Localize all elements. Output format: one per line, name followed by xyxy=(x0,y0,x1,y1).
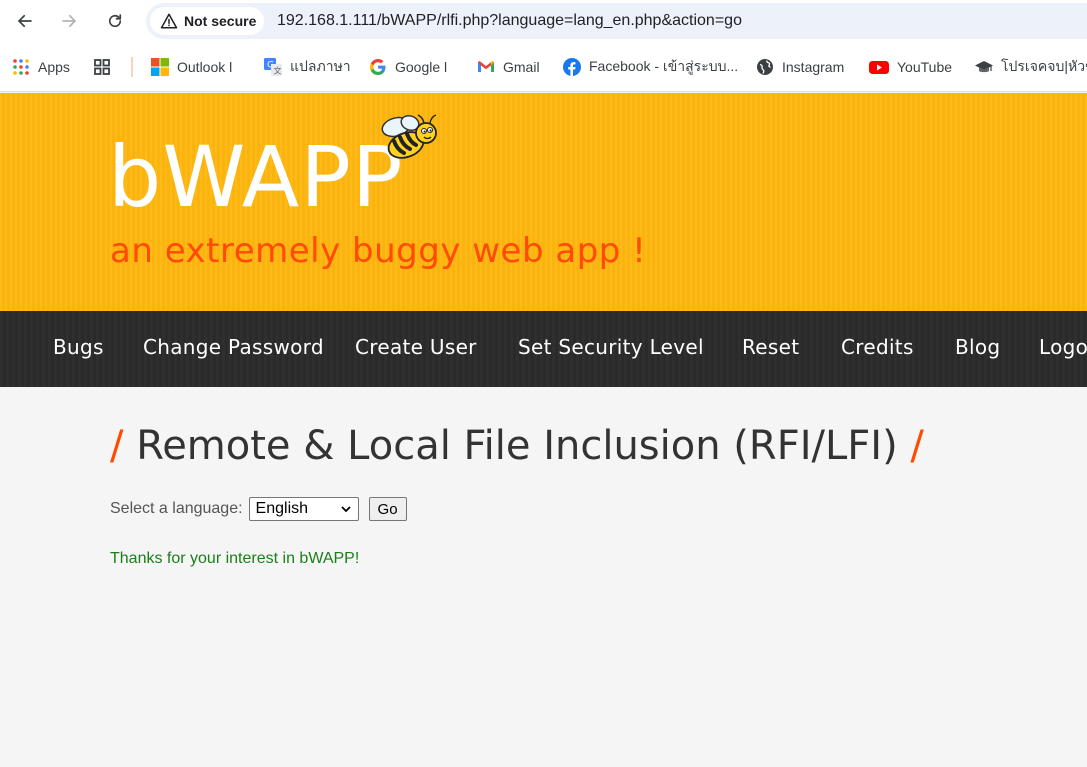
bookmark-gmail[interactable]: Gmail xyxy=(477,56,540,78)
language-form: Select a language: English Go xyxy=(110,497,407,521)
reload-button[interactable] xyxy=(100,6,130,36)
bee-icon xyxy=(381,114,437,159)
menu-item-bugs[interactable]: Bugs xyxy=(53,335,104,359)
browser-toolbar: Not secure 192.168.1.111/bWAPP/rlfi.php?… xyxy=(0,0,1087,42)
grid-icon xyxy=(94,59,110,75)
bookmark-instagram[interactable]: Instagram xyxy=(756,56,844,78)
google-icon xyxy=(369,58,386,76)
page-title: / Remote & Local File Inclusion (RFI/LFI… xyxy=(110,423,924,469)
bookmark-translate[interactable]: G文 แปลภาษา xyxy=(264,56,351,78)
main-menu: Bugs Change Password Create User Set Sec… xyxy=(0,311,1087,387)
bookmark-outlook[interactable]: Outlook l xyxy=(151,56,232,78)
apps-grid-icon xyxy=(13,59,29,75)
bookmark-label: โปรเจคจบ|หัวข้ xyxy=(1001,58,1087,74)
language-label: Select a language: xyxy=(110,500,243,517)
bookmark-facebook[interactable]: Facebook - เข้าสู่ระบบ... xyxy=(563,56,738,78)
security-label: Not secure xyxy=(184,13,257,29)
graduation-cap-icon xyxy=(975,61,993,73)
bookmark-label: Apps xyxy=(38,59,70,75)
security-chip[interactable]: Not secure xyxy=(150,7,264,35)
bookmark-separator xyxy=(131,57,133,77)
address-bar[interactable]: Not secure 192.168.1.111/bWAPP/rlfi.php?… xyxy=(146,3,1087,39)
title-slash-right: / xyxy=(910,423,924,469)
site-logo[interactable]: bWAPP xyxy=(108,135,404,219)
facebook-icon xyxy=(563,58,581,76)
status-message: Thanks for your interest in bWAPP! xyxy=(110,550,360,567)
microsoft-icon xyxy=(151,58,169,76)
language-select[interactable]: English xyxy=(248,497,359,521)
arrow-right-icon xyxy=(62,14,77,28)
menu-item-create-user[interactable]: Create User xyxy=(355,335,477,359)
menu-item-change-password[interactable]: Change Password xyxy=(143,335,324,359)
forward-button[interactable] xyxy=(54,6,84,36)
gmail-icon xyxy=(478,61,494,72)
language-select-value: English xyxy=(255,500,309,517)
reload-icon xyxy=(108,14,122,28)
bookmark-label: YouTube xyxy=(897,59,953,75)
bookmark-project[interactable]: โปรเจคจบ|หัวข้ xyxy=(975,56,1087,78)
menu-item-reset[interactable]: Reset xyxy=(742,335,799,359)
go-button[interactable]: Go xyxy=(368,497,407,521)
menu-item-set-security-level[interactable]: Set Security Level xyxy=(518,335,704,359)
bookmark-apps[interactable]: Apps xyxy=(12,56,70,78)
title-slash-left: / xyxy=(110,423,124,469)
tab-groups-button[interactable] xyxy=(93,56,111,78)
arrow-left-icon xyxy=(17,14,32,28)
bookmark-label: แปลภาษา xyxy=(290,58,351,74)
title-text: Remote & Local File Inclusion (RFI/LFI) xyxy=(136,423,898,469)
bookmark-google[interactable]: Google l xyxy=(369,56,447,78)
bookmark-youtube[interactable]: YouTube xyxy=(869,56,952,78)
menu-item-credits[interactable]: Credits xyxy=(841,335,914,359)
bookmark-label: Outlook l xyxy=(177,59,233,75)
bookmark-label: Facebook - เข้าสู่ระบบ... xyxy=(589,58,739,74)
bookmarks-bar: Apps Outlook l G文 แปลภาษา Google l Gmail… xyxy=(0,42,1087,92)
menu-item-blog[interactable]: Blog xyxy=(955,335,1000,359)
site-header: bWAPP an extremely buggy web app ! xyxy=(0,93,1087,311)
back-button[interactable] xyxy=(10,6,40,36)
url-text[interactable]: 192.168.1.111/bWAPP/rlfi.php?language=la… xyxy=(277,12,742,30)
globe-icon xyxy=(757,59,773,75)
youtube-icon xyxy=(869,61,889,74)
menu-item-logout[interactable]: Logout xyxy=(1039,335,1087,359)
chevron-down-icon xyxy=(340,506,351,513)
warning-triangle-icon xyxy=(160,13,178,29)
translate-icon: G文 xyxy=(264,58,282,76)
bookmark-label: Instagram xyxy=(782,59,845,75)
svg-text:文: 文 xyxy=(274,66,282,76)
bookmark-label: Gmail xyxy=(503,59,540,75)
bookmark-label: Google l xyxy=(395,59,448,75)
site-tagline: an extremely buggy web app ! xyxy=(110,231,647,271)
